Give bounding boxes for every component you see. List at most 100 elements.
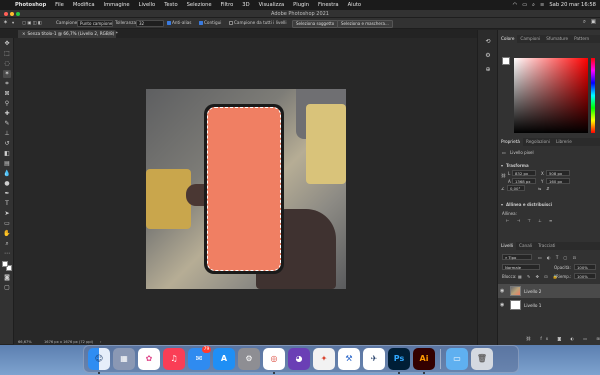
path-selection-tool-icon[interactable]: ➤: [3, 210, 11, 218]
tab-colore[interactable]: Colore: [498, 35, 518, 43]
zoom-level[interactable]: 66,67%: [18, 340, 32, 344]
angle-input[interactable]: 0,00°: [507, 185, 525, 191]
search-icon[interactable]: ⌕: [583, 19, 586, 26]
color-picker-field[interactable]: [514, 58, 588, 133]
lock-icons[interactable]: ▦ ✎ ✥ ⊡ 🔒: [518, 274, 560, 279]
system-preferences-icon[interactable]: ⚙: [238, 348, 260, 370]
eyedropper-tool-icon[interactable]: ⚲: [3, 100, 11, 108]
xcode-icon[interactable]: ⚒: [338, 348, 360, 370]
tab-pattern[interactable]: Pattern: [571, 35, 592, 43]
gradient-tool-icon[interactable]: ▤: [3, 160, 11, 168]
tolerance-input[interactable]: 32: [136, 20, 164, 27]
magic-wand-tool-icon[interactable]: ✶: [3, 70, 11, 78]
glyphs-panel-icon[interactable]: ⊕: [484, 66, 492, 74]
visibility-eye-icon[interactable]: ◉: [500, 288, 504, 294]
tab-campioni[interactable]: Campioni: [517, 35, 543, 43]
github-desktop-icon[interactable]: ◕: [288, 348, 310, 370]
eraser-tool-icon[interactable]: ◧: [3, 150, 11, 158]
properties-panel-icon[interactable]: ⚙: [484, 52, 492, 60]
transform-expand-icon[interactable]: ▾: [501, 163, 503, 168]
menu-modifica[interactable]: Modifica: [73, 2, 95, 8]
antialias-checkbox[interactable]: Anti-alias: [167, 20, 191, 25]
menu-file[interactable]: File: [55, 2, 64, 8]
hand-tool-icon[interactable]: ✋: [3, 230, 11, 238]
fill-input[interactable]: 100%: [574, 273, 596, 279]
menu-app-name[interactable]: Photoshop: [15, 2, 46, 8]
menu-immagine[interactable]: Immagine: [104, 2, 130, 8]
workspace-icon[interactable]: ▣: [591, 19, 596, 25]
healing-brush-tool-icon[interactable]: ✚: [3, 110, 11, 118]
menubar-datetime[interactable]: Sab 20 mar 16:58: [549, 2, 596, 8]
status-menu-chevron-icon[interactable]: ›: [100, 340, 101, 344]
tab-canali[interactable]: Canali: [516, 242, 535, 250]
layer-kind-filter[interactable]: ⌕ Tipo: [502, 254, 532, 260]
brush-tool-icon[interactable]: ✎: [3, 120, 11, 128]
clone-stamp-tool-icon[interactable]: ⊥: [3, 130, 11, 138]
tab-sfumature[interactable]: Sfumature: [543, 35, 571, 43]
lasso-tool-icon[interactable]: ◌: [3, 60, 11, 68]
layer-row[interactable]: ◉ Livello 1: [498, 298, 600, 312]
menu-filtro[interactable]: Filtro: [221, 2, 234, 8]
finder-icon[interactable]: ☺: [88, 348, 110, 370]
trash-icon[interactable]: 🗑: [471, 348, 493, 370]
select-subject-button[interactable]: Seleziona soggetto: [292, 19, 339, 28]
rectangle-tool-icon[interactable]: ▭: [3, 220, 11, 228]
chrome-icon[interactable]: ◎: [263, 348, 285, 370]
flip-horizontal-icon[interactable]: ⇋: [538, 186, 541, 191]
menu-selezione[interactable]: Selezione: [187, 2, 212, 8]
menu-livello[interactable]: Livello: [139, 2, 156, 8]
blend-mode-select[interactable]: Normale: [502, 264, 540, 270]
sample-all-layers-checkbox[interactable]: Campione da tutti i livelli: [229, 20, 287, 25]
x-input[interactable]: 508 px: [546, 170, 570, 176]
move-tool-icon[interactable]: ✥: [3, 40, 11, 48]
frame-tool-icon[interactable]: ⊠: [3, 90, 11, 98]
dreamweaver-icon[interactable]: ✈: [363, 348, 385, 370]
menu-finestra[interactable]: Finestra: [318, 2, 339, 8]
folder-icon[interactable]: ▭: [446, 348, 468, 370]
history-panel-icon[interactable]: ⟲: [484, 38, 492, 46]
menu-aiuto[interactable]: Aiuto: [348, 2, 362, 8]
layers-footer-icons[interactable]: ⛓ fx ◙ ◐ ▭ ⊞ 🗑: [526, 336, 600, 341]
history-brush-tool-icon[interactable]: ↺: [3, 140, 11, 148]
sample-size-select[interactable]: Punto campione: [77, 20, 113, 27]
visibility-eye-icon[interactable]: ◉: [500, 302, 504, 308]
menu-3d[interactable]: 3D: [242, 2, 249, 8]
layer-row-selected[interactable]: ◉ Livello 2: [498, 284, 600, 298]
menu-visualizza[interactable]: Visualizza: [259, 2, 285, 8]
opacity-input[interactable]: 100%: [574, 264, 596, 270]
search-icon[interactable]: ⌕: [532, 2, 535, 9]
tab-librerie[interactable]: Librerie: [553, 138, 575, 146]
layer-filter-icons[interactable]: ▭ ◐ T ▢ ⊡: [538, 255, 578, 260]
dodge-tool-icon[interactable]: ●: [3, 180, 11, 188]
app-store-icon[interactable]: A: [213, 348, 235, 370]
selection-mode-icons[interactable]: ▢ ▣ ◫ ◧: [22, 20, 42, 25]
magic-wand-tool-icon[interactable]: ✶: [3, 19, 8, 26]
launchpad-icon[interactable]: ▦: [113, 348, 135, 370]
type-tool-icon[interactable]: T: [3, 200, 11, 208]
affinity-icon[interactable]: ✦: [313, 348, 335, 370]
document-canvas[interactable]: [146, 89, 346, 289]
foreground-swatch[interactable]: [502, 57, 510, 65]
control-center-icon[interactable]: ≡: [540, 2, 544, 8]
layer-name[interactable]: Livello 1: [524, 303, 541, 308]
select-and-mask-button[interactable]: Seleziona e maschera...: [337, 19, 393, 28]
pen-tool-icon[interactable]: ✒: [3, 190, 11, 198]
menu-testo[interactable]: Testo: [164, 2, 177, 8]
y-input[interactable]: 160 px: [546, 178, 570, 184]
photoshop-icon[interactable]: Ps: [388, 348, 410, 370]
more-tools-icon[interactable]: ⋯: [3, 250, 11, 258]
tab-proprieta[interactable]: Proprietà: [498, 138, 523, 146]
zoom-tool-icon[interactable]: ⌕: [3, 240, 11, 248]
align-expand-icon[interactable]: ▾: [501, 202, 503, 207]
hue-slider[interactable]: [591, 58, 595, 133]
screen-mode-icon[interactable]: ▢: [3, 284, 11, 292]
layer-name[interactable]: Livello 2: [524, 289, 541, 294]
blur-tool-icon[interactable]: 💧: [3, 170, 11, 178]
wifi-icon[interactable]: ◠: [513, 2, 518, 8]
link-dimensions-icon[interactable]: ⛓: [501, 173, 506, 178]
align-buttons-icon[interactable]: ⊢ ⊣ ⊤ ⊥ ≡: [506, 218, 555, 223]
phone-screen[interactable]: [207, 107, 281, 271]
close-document-icon[interactable]: ×: [22, 31, 26, 36]
width-input[interactable]: 832 px: [512, 170, 536, 176]
flip-vertical-icon[interactable]: ⇵: [546, 186, 549, 191]
